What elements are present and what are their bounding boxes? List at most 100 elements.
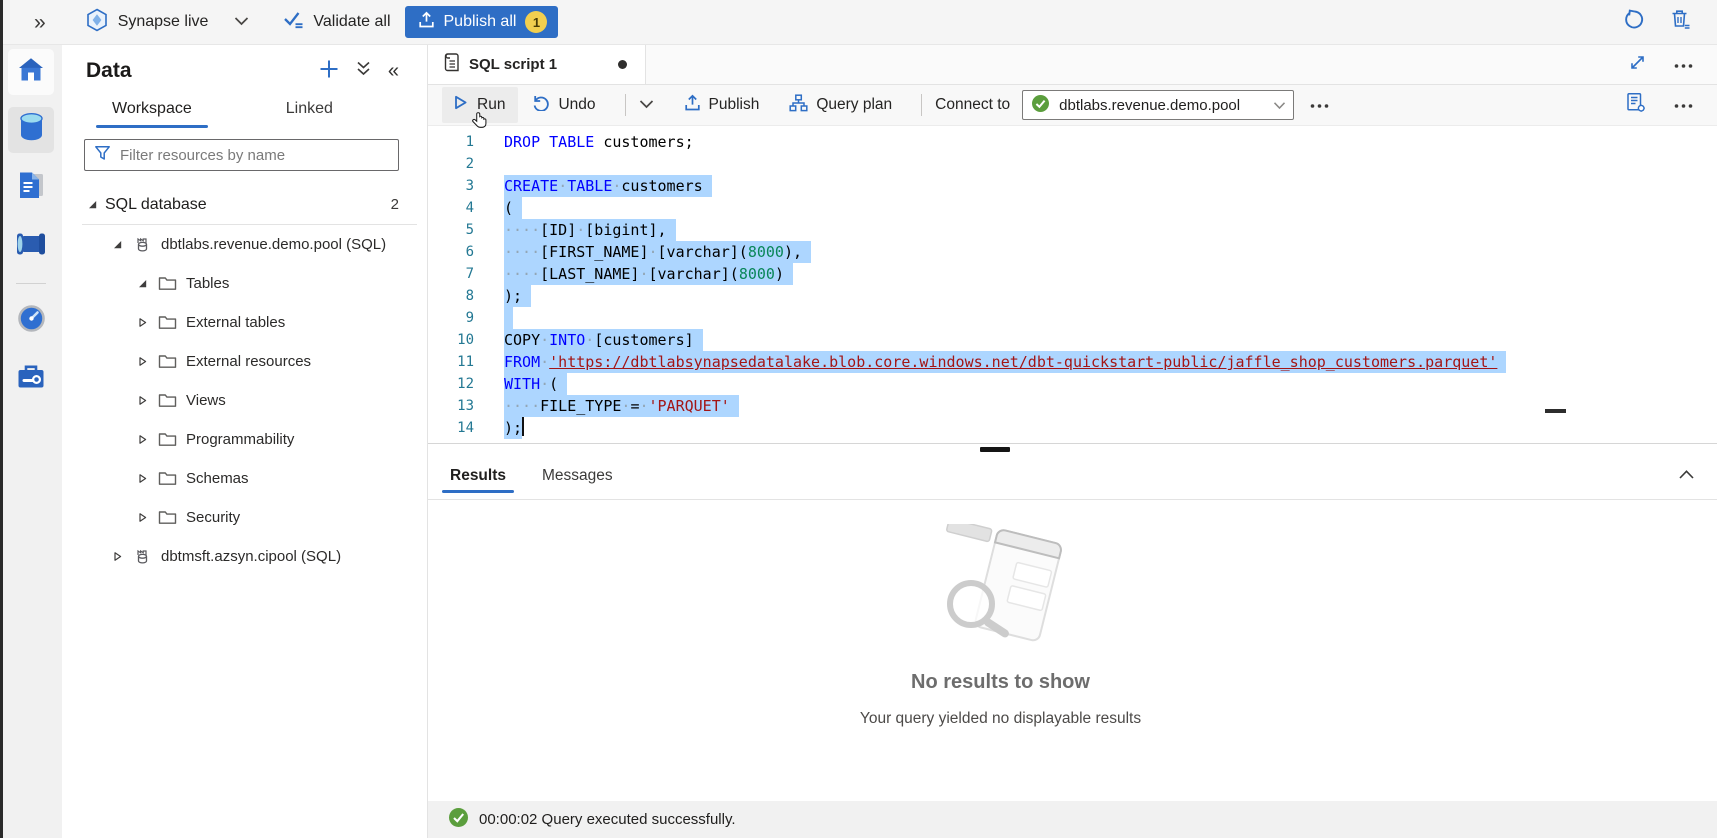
- code-line-text: DROP TABLE customers;: [504, 131, 694, 153]
- expand-node-icon[interactable]: [134, 356, 151, 367]
- code-line[interactable]: 2: [428, 153, 1717, 175]
- token-id: ): [775, 265, 784, 283]
- token-link: 'https://dbtlabsynapsedatalake.blob.core…: [549, 353, 1497, 371]
- query-plan-button[interactable]: Query plan: [789, 94, 892, 117]
- code-line[interactable]: 3CREATE·TABLE·customers: [428, 175, 1717, 197]
- add-icon[interactable]: [319, 59, 339, 84]
- folder-icon: [158, 315, 177, 330]
- tree-item-schemas[interactable]: Schemas: [62, 459, 427, 498]
- tree-item-external-resources[interactable]: External resources: [62, 342, 427, 381]
- token-id: );: [504, 419, 522, 437]
- publish-all-button[interactable]: Publish all 1: [405, 6, 559, 38]
- collapse-panel-icon[interactable]: «: [388, 61, 399, 81]
- expand-node-icon[interactable]: [109, 551, 126, 562]
- tree-item-dbtlabs-revenue-demo-pool-sql[interactable]: dbtlabs.revenue.demo.pool (SQL): [62, 225, 427, 264]
- tab-workspace[interactable]: Workspace: [96, 89, 208, 129]
- collapse-node-icon[interactable]: [84, 199, 101, 210]
- tree-item-count: 2: [391, 196, 427, 213]
- editor-stage: SQL script 1 Run Undo: [428, 45, 1717, 838]
- tree-item-sql-database[interactable]: SQL database2: [62, 185, 427, 224]
- tree-item-tables[interactable]: Tables: [62, 264, 427, 303]
- tree-item-external-tables[interactable]: External tables: [62, 303, 427, 342]
- nav-home[interactable]: [8, 49, 54, 95]
- scrollbar-mark[interactable]: [1545, 409, 1566, 413]
- chevron-up-icon[interactable]: [1678, 467, 1695, 485]
- expand-node-icon[interactable]: [134, 434, 151, 445]
- code-line-text: );: [504, 285, 531, 307]
- code-line[interactable]: 9: [428, 307, 1717, 329]
- nav-develop[interactable]: [8, 165, 54, 211]
- expand-all-icon[interactable]: [356, 60, 371, 82]
- play-icon: [452, 94, 469, 116]
- code-line[interactable]: 13····FILE_TYPE·=·'PARQUET': [428, 395, 1717, 417]
- code-line[interactable]: 7····[LAST_NAME]·[varchar](8000): [428, 263, 1717, 285]
- code-line[interactable]: 6····[FIRST_NAME]·[varchar](8000),: [428, 241, 1717, 263]
- token-num: 8000: [739, 265, 775, 283]
- expand-node-icon[interactable]: [134, 512, 151, 523]
- expand-menu-icon[interactable]: »: [34, 12, 46, 33]
- filter-resources-input[interactable]: [120, 147, 389, 164]
- top-command-bar: » Synapse live Validate all Publish all …: [0, 0, 1717, 45]
- token-id: COPY: [504, 331, 540, 349]
- publish-button[interactable]: Publish: [684, 94, 760, 117]
- more-icon[interactable]: [1674, 96, 1693, 114]
- view-properties-icon[interactable]: [1626, 92, 1646, 118]
- connection-dropdown[interactable]: dbtlabs.revenue.demo.pool: [1022, 90, 1294, 120]
- collapse-node-icon[interactable]: [109, 239, 126, 250]
- tree-item-views[interactable]: Views: [62, 381, 427, 420]
- expand-node-icon[interactable]: [134, 473, 151, 484]
- nav-manage[interactable]: [8, 356, 54, 402]
- validate-all-button[interactable]: Validate all: [283, 10, 390, 34]
- panel-resize-sash[interactable]: [428, 443, 1717, 452]
- tree-item-programmability[interactable]: Programmability: [62, 420, 427, 459]
- tab-sql-script-1[interactable]: SQL script 1: [428, 45, 646, 84]
- tree-item-dbtmsft-azsyn-cipool-sql[interactable]: dbtmsft.azsyn.cipool (SQL): [62, 537, 427, 576]
- expand-node-icon[interactable]: [134, 395, 151, 406]
- explorer-tabs: Workspace Linked: [62, 89, 427, 129]
- filter-resources-box[interactable]: [84, 139, 399, 171]
- token-id: [ID]: [540, 221, 576, 239]
- token-kw: FROM: [504, 353, 540, 371]
- whitespace: [594, 133, 603, 151]
- sql-code-editor[interactable]: 1DROP TABLE customers;23CREATE·TABLE·cus…: [428, 126, 1717, 443]
- token-kw: DROP: [504, 133, 540, 151]
- nav-monitor[interactable]: [8, 298, 54, 344]
- expand-node-icon[interactable]: [134, 317, 151, 328]
- whitespace: ·: [585, 331, 594, 349]
- tab-results[interactable]: Results: [440, 452, 516, 499]
- collapse-node-icon[interactable]: [134, 278, 151, 289]
- empty-state-title: No results to show: [911, 671, 1090, 694]
- develop-icon: [17, 171, 45, 205]
- code-line[interactable]: 4(: [428, 197, 1717, 219]
- code-line[interactable]: 12WITH·(: [428, 373, 1717, 395]
- environment-switcher[interactable]: Synapse live: [86, 8, 250, 37]
- code-line[interactable]: 5····[ID]·[bigint],: [428, 219, 1717, 241]
- nav-integrate[interactable]: [8, 223, 54, 269]
- discard-trash-icon[interactable]: [1671, 9, 1691, 35]
- unsaved-indicator: [618, 60, 627, 69]
- code-line[interactable]: 14);: [428, 417, 1717, 439]
- code-line[interactable]: 10COPY·INTO·[customers]: [428, 329, 1717, 351]
- results-empty-state: No results to show Your query yielded no…: [428, 500, 1717, 801]
- line-number: 12: [428, 373, 474, 395]
- results-panel: Results Messages No results to show Your…: [428, 452, 1717, 838]
- code-line[interactable]: 8);: [428, 285, 1717, 307]
- connection-more-button[interactable]: [1310, 96, 1329, 114]
- refresh-icon[interactable]: [1624, 9, 1645, 35]
- activity-bar: [0, 45, 62, 838]
- code-line[interactable]: 1DROP TABLE customers;: [428, 131, 1717, 153]
- code-line[interactable]: 11FROM·'https://dbtlabsynapsedatalake.bl…: [428, 351, 1717, 373]
- token-id: ),: [784, 243, 802, 261]
- line-number: 8: [428, 285, 474, 307]
- sash-drag-handle[interactable]: [980, 447, 1010, 452]
- tab-linked[interactable]: Linked: [270, 89, 349, 129]
- undo-redo-dropdown[interactable]: [639, 96, 654, 114]
- expand-editor-icon[interactable]: [1629, 54, 1646, 76]
- nav-data[interactable]: [8, 107, 54, 153]
- undo-button[interactable]: Undo: [532, 94, 595, 116]
- line-number: 7: [428, 263, 474, 285]
- chevron-down-icon: [1273, 97, 1286, 114]
- more-icon[interactable]: [1674, 56, 1693, 74]
- tree-item-security[interactable]: Security: [62, 498, 427, 537]
- tab-messages[interactable]: Messages: [532, 452, 623, 499]
